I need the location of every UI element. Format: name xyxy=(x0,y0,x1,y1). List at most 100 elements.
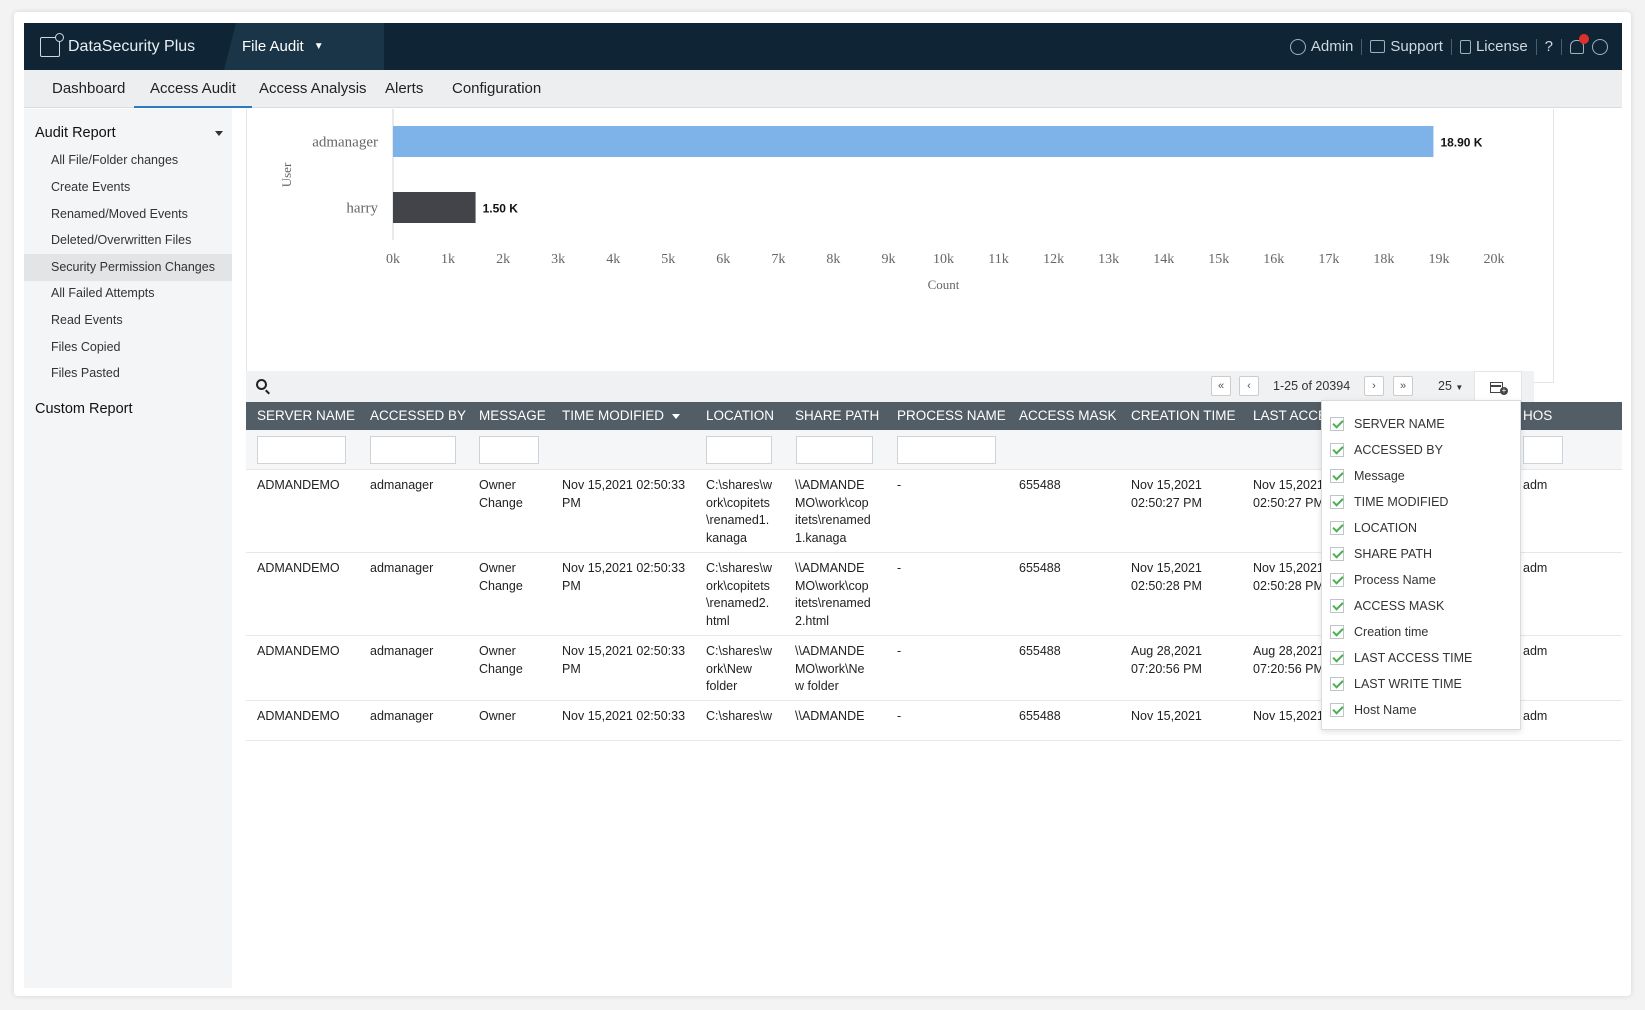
sidebar-item-renamed-moved-events[interactable]: Renamed/Moved Events xyxy=(24,201,232,228)
custom-report-heading[interactable]: Custom Report xyxy=(35,401,133,417)
cell-time-modified: Nov 15,2021 02:50:33 PM xyxy=(562,561,686,593)
col-share-path[interactable]: SHARE PATH xyxy=(795,402,879,430)
column-option[interactable]: ACCESS MASK xyxy=(1330,596,1444,616)
sidebar-item-create-events[interactable]: Create Events xyxy=(24,174,232,201)
notification-bell-icon[interactable] xyxy=(1570,33,1589,54)
col-creation-time[interactable]: CREATION TIME xyxy=(1131,402,1236,430)
column-option[interactable]: TIME MODIFIED xyxy=(1330,492,1448,512)
process-name-filter[interactable] xyxy=(897,436,996,464)
column-option[interactable]: SHARE PATH xyxy=(1330,544,1432,564)
support-link[interactable]: Support xyxy=(1370,38,1443,55)
cell-access-mask: 655488 xyxy=(1019,561,1061,575)
first-page-button[interactable]: « xyxy=(1211,376,1231,396)
x-tick-label: 10k xyxy=(933,252,954,267)
col-location[interactable]: LOCATION xyxy=(706,402,774,430)
column-option[interactable]: LOCATION xyxy=(1330,518,1417,538)
column-option[interactable]: ACCESSED BY xyxy=(1330,440,1443,460)
admin-link[interactable]: Admin xyxy=(1289,38,1353,55)
checkbox-checked-icon[interactable] xyxy=(1330,703,1344,717)
checkbox-checked-icon[interactable] xyxy=(1330,677,1344,691)
cell-share-path: \\ADMANDE MO\work\Ne w folder xyxy=(795,644,865,693)
license-link[interactable]: License xyxy=(1459,38,1528,55)
audit-report-heading[interactable]: Audit Report xyxy=(35,125,116,141)
tab-dashboard[interactable]: Dashboard xyxy=(36,70,141,108)
sidebar-item-deleted-overwritten-files[interactable]: Deleted/Overwritten Files xyxy=(24,227,232,254)
checkbox-checked-icon[interactable] xyxy=(1330,469,1344,483)
divider xyxy=(1561,38,1562,55)
message-filter[interactable] xyxy=(479,436,539,464)
column-option[interactable]: LAST WRITE TIME xyxy=(1330,674,1462,694)
col-accessed-by[interactable]: ACCESSED BY xyxy=(370,402,466,430)
column-option-label: LAST ACCESS TIME xyxy=(1354,651,1473,665)
chevron-down-icon[interactable] xyxy=(215,131,223,136)
checkbox-checked-icon[interactable] xyxy=(1330,651,1344,665)
tab-access-audit[interactable]: Access Audit xyxy=(134,70,252,108)
sidebar-item-files-copied[interactable]: Files Copied xyxy=(24,334,232,361)
col-access-mask[interactable]: ACCESS MASK xyxy=(1019,402,1117,430)
tab-configuration[interactable]: Configuration xyxy=(436,70,557,108)
cell-time-modified: Nov 15,2021 02:50:33 PM xyxy=(562,478,686,510)
col-server-name[interactable]: SERVER NAME xyxy=(257,402,355,430)
x-tick-label: 8k xyxy=(826,252,840,267)
sidebar-item-read-events[interactable]: Read Events xyxy=(24,307,232,334)
col-time-modified[interactable]: TIME MODIFIED xyxy=(562,402,680,430)
x-tick-label: 18k xyxy=(1373,252,1394,267)
checkbox-checked-icon[interactable] xyxy=(1330,495,1344,509)
column-option-label: SERVER NAME xyxy=(1354,417,1445,431)
license-label: License xyxy=(1475,38,1528,55)
page-size-select[interactable]: 25 ▼ xyxy=(1438,379,1463,393)
cell-creation-time: Nov 15,2021 02:50:28 PM xyxy=(1131,561,1202,593)
column-option-label: Message xyxy=(1354,469,1405,483)
col-host-name[interactable]: HOS xyxy=(1523,402,1552,430)
column-option[interactable]: LAST ACCESS TIME xyxy=(1330,648,1472,668)
sidebar-item-files-pasted[interactable]: Files Pasted xyxy=(24,360,232,387)
host-name-filter[interactable] xyxy=(1523,436,1563,464)
last-page-button[interactable]: » xyxy=(1393,376,1413,396)
add-icon: + xyxy=(1500,386,1508,395)
location-filter[interactable] xyxy=(706,436,772,464)
column-option[interactable]: Message xyxy=(1330,466,1405,486)
checkbox-checked-icon[interactable] xyxy=(1330,417,1344,431)
sidebar-item-all-failed-attempts[interactable]: All Failed Attempts xyxy=(24,280,232,307)
user-profile-icon[interactable] xyxy=(1592,38,1608,55)
next-page-button[interactable]: › xyxy=(1364,376,1384,396)
col-message[interactable]: MESSAGE xyxy=(479,402,546,430)
column-chooser-button[interactable]: + xyxy=(1474,371,1522,402)
brand[interactable]: DataSecurity Plus xyxy=(40,23,195,70)
category-label: harry xyxy=(346,201,378,217)
sidebar-item-security-permission-changes[interactable]: Security Permission Changes xyxy=(24,254,232,281)
checkbox-checked-icon[interactable] xyxy=(1330,599,1344,613)
x-tick-label: 11k xyxy=(988,252,1008,267)
share-path-filter[interactable] xyxy=(796,436,873,464)
server-name-filter[interactable] xyxy=(257,436,346,464)
top-links: Admin Support License ? xyxy=(1289,23,1608,70)
cell-time-modified: Nov 15,2021 02:50:33 PM xyxy=(562,644,686,676)
cell-message: Owner Change xyxy=(479,478,523,510)
column-option[interactable]: SERVER NAME xyxy=(1330,414,1445,434)
checkbox-checked-icon[interactable] xyxy=(1330,443,1344,457)
cell-access-mask: 655488 xyxy=(1019,644,1061,658)
checkbox-checked-icon[interactable] xyxy=(1330,547,1344,561)
license-icon xyxy=(1459,39,1471,54)
tab-alerts[interactable]: Alerts xyxy=(369,70,439,108)
prev-page-button[interactable]: ‹ xyxy=(1239,376,1259,396)
x-tick-label: 7k xyxy=(771,252,785,267)
col-process-name[interactable]: PROCESS NAME xyxy=(897,402,1006,430)
search-icon[interactable] xyxy=(256,379,267,390)
column-option-label: Creation time xyxy=(1354,625,1429,639)
checkbox-checked-icon[interactable] xyxy=(1330,625,1344,639)
x-tick-label: 12k xyxy=(1043,252,1064,267)
column-option[interactable]: Host Name xyxy=(1330,700,1417,720)
checkbox-checked-icon[interactable] xyxy=(1330,573,1344,587)
accessed-by-filter[interactable] xyxy=(370,436,456,464)
category-label: admanager xyxy=(312,135,378,151)
bar-admanager xyxy=(393,126,1434,157)
column-option[interactable]: Process Name xyxy=(1330,570,1436,590)
chat-icon xyxy=(1370,40,1386,53)
sidebar-item-all-file-folder-changes[interactable]: All File/Folder changes xyxy=(24,147,232,174)
help-button[interactable]: ? xyxy=(1545,38,1553,55)
column-option[interactable]: Creation time xyxy=(1330,622,1428,642)
module-selector[interactable]: File Audit ▼ xyxy=(224,23,384,70)
tab-access-analysis[interactable]: Access Analysis xyxy=(243,70,383,108)
checkbox-checked-icon[interactable] xyxy=(1330,521,1344,535)
